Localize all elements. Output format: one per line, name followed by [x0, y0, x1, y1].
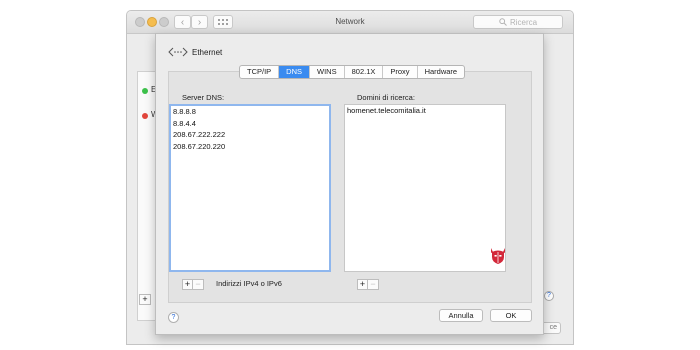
- search-field[interactable]: Ricerca: [473, 15, 563, 29]
- remove-dns-button[interactable]: −: [193, 279, 204, 290]
- dns-server-list[interactable]: 8.8.8.8 8.8.4.4 208.67.222.222 208.67.22…: [169, 104, 331, 272]
- status-dot: [142, 113, 148, 119]
- search-placeholder: Ricerca: [509, 17, 538, 27]
- add-service-button[interactable]: +: [139, 294, 151, 305]
- search-domain-list[interactable]: homenet.telecomitalia.it: [344, 104, 506, 272]
- search-domain-row[interactable]: homenet.telecomitalia.it: [345, 105, 505, 117]
- background-help-button[interactable]: ?: [544, 291, 554, 301]
- interface-name: Ethernet: [192, 48, 223, 57]
- tab-hardware[interactable]: Hardware: [418, 66, 465, 78]
- tab-tcpip[interactable]: TCP/IP: [240, 66, 280, 78]
- dns-settings-sheet: Ethernet TCP/IP DNS WINS 802.1X Proxy Ha…: [155, 33, 544, 335]
- ok-button[interactable]: OK: [490, 309, 532, 322]
- dns-hint: Indirizzi IPv4 o IPv6: [216, 279, 282, 288]
- dns-add-remove: + −: [182, 279, 204, 290]
- devil-logo-icon: [491, 248, 505, 264]
- add-domain-button[interactable]: +: [357, 279, 368, 290]
- search-icon: [499, 18, 507, 26]
- status-dot: [142, 88, 148, 94]
- tab-8021x[interactable]: 802.1X: [345, 66, 384, 78]
- cancel-button[interactable]: Annulla: [439, 309, 483, 322]
- dns-server-row[interactable]: 8.8.4.4: [171, 118, 329, 130]
- tab-dns[interactable]: DNS: [279, 66, 311, 78]
- search-domains-label: Domini di ricerca:: [357, 93, 415, 102]
- dns-servers-label: Server DNS:: [182, 93, 225, 102]
- domain-add-remove: + −: [357, 279, 379, 290]
- help-button[interactable]: ?: [168, 312, 179, 323]
- tab-bar: TCP/IP DNS WINS 802.1X Proxy Hardware: [239, 65, 466, 79]
- add-dns-button[interactable]: +: [182, 279, 193, 290]
- dns-server-row[interactable]: 8.8.8.8: [171, 106, 329, 118]
- ethernet-icon: [168, 47, 188, 57]
- tab-proxy[interactable]: Proxy: [383, 66, 418, 78]
- title-bar: ‹ › Network Ricerca: [127, 11, 573, 34]
- remove-domain-button[interactable]: −: [368, 279, 379, 290]
- dns-server-row[interactable]: 208.67.220.220: [171, 141, 329, 153]
- dns-server-row[interactable]: 208.67.222.222: [171, 129, 329, 141]
- tab-wins[interactable]: WINS: [310, 66, 345, 78]
